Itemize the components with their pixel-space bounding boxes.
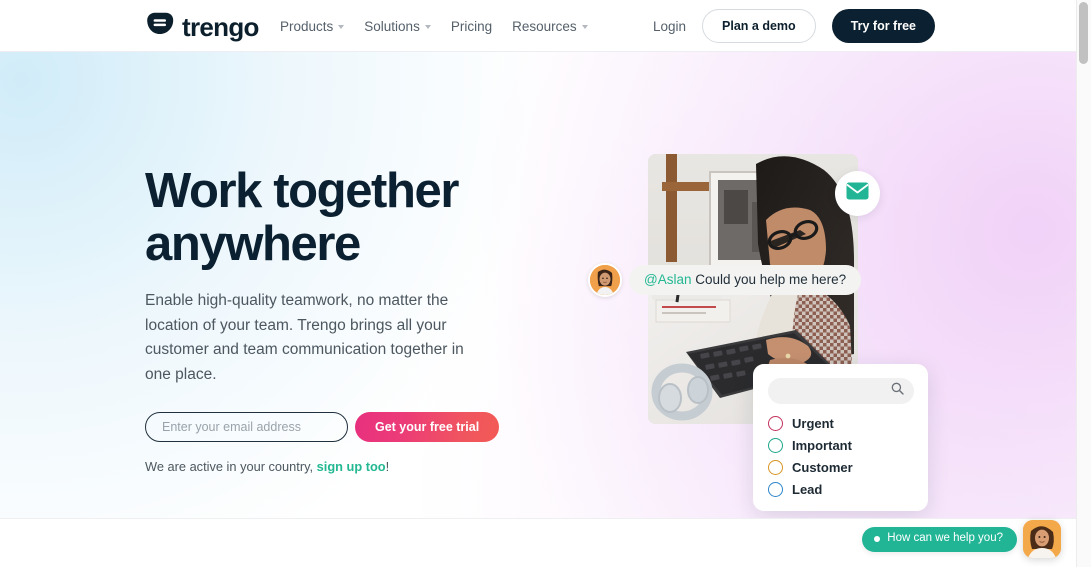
nav-item-resources[interactable]: Resources (512, 19, 588, 34)
hero-visual-composition: @Aslan Could you help me here? Urgent Im… (588, 102, 988, 512)
nav-label: Products (280, 18, 334, 34)
country-availability-note: We are active in your country, sign up t… (145, 459, 565, 474)
chevron-down-icon (581, 25, 588, 29)
chat-message-overlay: @Aslan Could you help me here? (588, 263, 862, 297)
chevron-down-icon (424, 25, 431, 29)
hero-copy-block: Work together anywhere Enable high-quali… (145, 165, 565, 474)
nav-label: Solutions (364, 18, 420, 34)
support-chat-widget: How can we help you? (862, 520, 1061, 558)
vertical-scrollbar-track[interactable] (1076, 0, 1091, 567)
chat-launcher-button[interactable] (1023, 520, 1061, 558)
labels-panel: Urgent Important Customer Lead (753, 364, 928, 511)
label-text: Important (792, 438, 852, 453)
labels-search-input[interactable] (768, 378, 914, 404)
top-navigation-bar: trengo Products Solutions Pricing Resour… (0, 0, 1076, 52)
chat-prompt-text: How can we help you? (887, 532, 1003, 545)
get-free-trial-button[interactable]: Get your free trial (355, 412, 500, 442)
chat-mention: @Aslan (644, 272, 692, 288)
email-field[interactable] (145, 412, 348, 442)
hero-subtitle: Enable high-quality teamwork, no matter … (145, 291, 464, 384)
hero-section: Work together anywhere Enable high-quali… (0, 52, 1076, 518)
label-item-urgent[interactable]: Urgent (768, 416, 914, 431)
nav-actions: Login Plan a demo Try for free (653, 0, 935, 52)
page-root: trengo Products Solutions Pricing Resour… (0, 0, 1091, 567)
nav-item-products[interactable]: Products (280, 18, 345, 34)
trengo-leaf-logo-icon (145, 11, 175, 41)
chat-message-bubble: @Aslan Could you help me here? (629, 265, 862, 295)
chat-message-text: Could you help me here? (691, 272, 847, 288)
nav-label: Pricing (450, 18, 493, 34)
email-signup-form: Get your free trial (145, 412, 565, 442)
search-icon (891, 382, 904, 400)
availability-prefix: We are active in your country, (145, 459, 317, 474)
label-text: Customer (792, 460, 853, 475)
avatar (588, 263, 622, 297)
label-item-lead[interactable]: Lead (768, 482, 914, 497)
chevron-down-icon (338, 25, 345, 29)
availability-suffix: ! (385, 459, 390, 474)
label-color-dot (768, 438, 783, 453)
label-item-customer[interactable]: Customer (768, 460, 914, 475)
label-color-dot (768, 482, 783, 497)
label-color-dot (768, 460, 783, 475)
label-color-dot (768, 416, 783, 431)
try-for-free-button[interactable]: Try for free (831, 9, 935, 43)
envelope-icon (846, 182, 869, 205)
nav-item-pricing[interactable]: Pricing (451, 19, 492, 34)
nav-item-solutions[interactable]: Solutions (364, 19, 431, 34)
login-link[interactable]: Login (653, 19, 686, 34)
label-item-important[interactable]: Important (768, 438, 914, 453)
plan-a-demo-button[interactable]: Plan a demo (702, 9, 816, 43)
brand-name: trengo (182, 11, 259, 42)
sign-up-too-link[interactable]: sign up too (317, 459, 386, 474)
primary-nav-links: Products Solutions Pricing Resources (280, 0, 588, 52)
vertical-scrollbar-thumb[interactable] (1079, 2, 1088, 64)
chat-prompt-pill[interactable]: How can we help you? (862, 526, 1017, 552)
brand-logo[interactable]: trengo (145, 11, 259, 41)
headline-line-1: Work together (145, 164, 459, 218)
label-text: Urgent (792, 416, 834, 431)
email-channel-badge (835, 171, 880, 216)
nav-label: Resources (512, 18, 577, 34)
headline-line-2: anywhere (145, 216, 361, 271)
online-status-dot (874, 536, 881, 542)
hero-headline: Work together anywhere (145, 165, 565, 271)
label-text: Lead (792, 482, 823, 497)
